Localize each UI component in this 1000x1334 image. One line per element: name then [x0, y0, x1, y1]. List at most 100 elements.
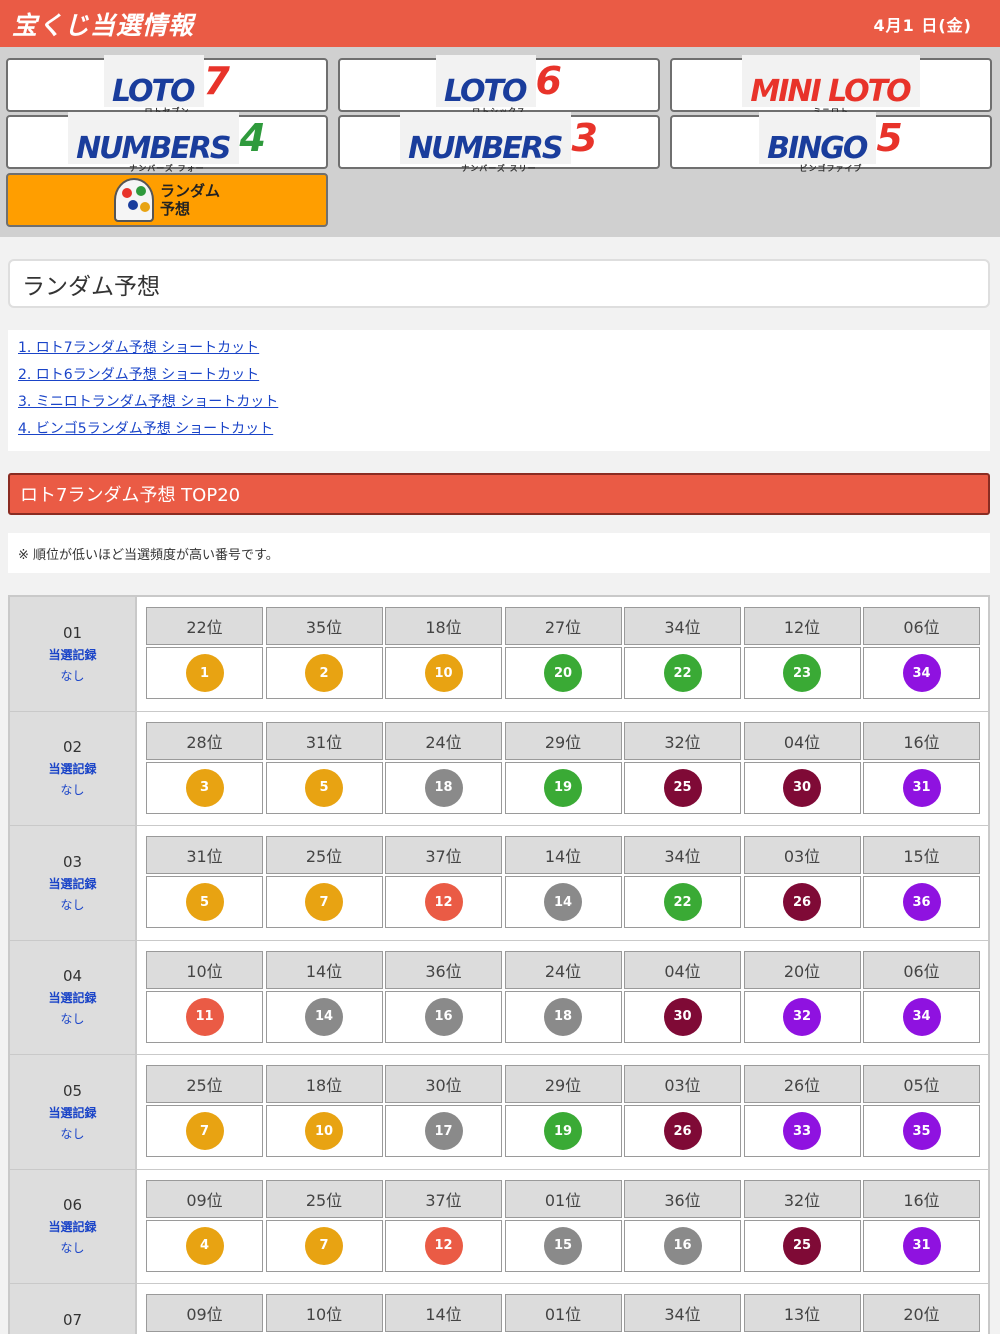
- row-header: 01 当選記録 なし: [10, 597, 137, 711]
- ball-cell: 16: [624, 1219, 741, 1272]
- record-label: 当選記録: [48, 1105, 97, 1120]
- number-ball: 31: [902, 1226, 941, 1265]
- nav-button-numbers3[interactable]: NUMBERS 3 ナンバーズ スリー: [338, 111, 660, 172]
- rank-cell: 25位: [146, 1065, 263, 1103]
- table-row: 07当選記録なし09位10位14位01位34位13位20位: [10, 1283, 988, 1334]
- rank-cell: 35位: [265, 607, 383, 645]
- numbers4-logo: NUMBERS 4 ナンバーズ フォー: [68, 111, 266, 173]
- table-row: 02 当選記録 なし 28位 31位 24位 29位 32位 04位 16位 3 5 18 19 25 30 3…: [10, 710, 988, 825]
- ball-cell: 20: [504, 647, 622, 699]
- row-number: 01: [62, 623, 83, 642]
- rank-cell: 20位: [863, 1294, 980, 1332]
- loto7-logo: LOTO7ロトセブン: [104, 54, 230, 116]
- site-title[interactable]: 宝くじ当選情報: [12, 6, 194, 42]
- shortcut-link-4[interactable]: 4. ビンゴ5ランダム予想 ショートカット: [18, 416, 980, 443]
- loto7-logo-text: LOTO: [104, 54, 204, 107]
- ball-cell: 16: [385, 990, 502, 1043]
- record-value: なし: [60, 897, 85, 912]
- random-label-line2: 予想: [159, 199, 190, 218]
- rank-cell: 26位: [743, 1065, 861, 1103]
- rank-cell: 36位: [624, 1179, 741, 1218]
- rank-cell: 31位: [265, 721, 383, 760]
- rank-cell: 20位: [743, 950, 861, 989]
- row-number: 05: [62, 1081, 83, 1100]
- ball-cell: 7: [265, 876, 383, 928]
- random-label: ランダム 予想: [160, 182, 220, 218]
- row-header: 05 当選記録 なし: [10, 1055, 137, 1169]
- rank-cell: 10位: [146, 950, 263, 989]
- bingo5-logo-number: 5: [876, 115, 903, 160]
- number-ball: 18: [544, 997, 582, 1036]
- numbers3-logo-text: NUMBERS: [400, 111, 572, 164]
- rank-cell: 05位: [863, 1065, 980, 1103]
- rank-cell: 32位: [624, 721, 741, 760]
- rank-cell: 04位: [624, 950, 741, 989]
- rank-cell: 18位: [265, 1065, 383, 1103]
- number-ball: 10: [424, 654, 463, 692]
- row-header: 06 当選記録 なし: [10, 1169, 137, 1283]
- number-ball: 3: [185, 768, 224, 807]
- loto6-logo-number: 6: [535, 58, 562, 103]
- number-ball: 12: [424, 883, 463, 921]
- ball-cell: 5: [265, 761, 383, 814]
- ball-cell: 31: [863, 1219, 980, 1272]
- rank-cell: 16位: [863, 1179, 980, 1218]
- ball-cell: 34: [863, 990, 980, 1043]
- row-numbers: 10位 14位 36位 24位 04位 20位 06位 11 14 16 18 30 32 34: [137, 940, 988, 1054]
- bingo5-logo-row: BINGO 5: [759, 111, 903, 164]
- ball-cell: 14: [265, 990, 383, 1043]
- nav-button-loto6[interactable]: LOTO6ロトシックス: [338, 54, 660, 115]
- ball-cell: 25: [624, 761, 741, 814]
- nav-button-bingo5[interactable]: BINGO 5 ビンゴファイブ: [670, 111, 992, 172]
- rank-cell: 30位: [385, 1065, 502, 1103]
- row-number: 07: [62, 1310, 83, 1329]
- number-ball: 18: [424, 768, 463, 807]
- header-date: 4月1 日(金): [873, 15, 972, 35]
- nav-button-loto7[interactable]: LOTO7ロトセブン: [6, 54, 328, 115]
- shortcut-link-2[interactable]: 2. ロト6ランダム予想 ショートカット: [18, 362, 980, 389]
- shortcut-link-1[interactable]: 1. ロト7ランダム予想 ショートカット: [18, 335, 980, 362]
- ball-cell: 12: [385, 1219, 502, 1272]
- numbers4-logo-row: NUMBERS 4: [68, 111, 266, 164]
- nav-button-random[interactable]: ランダム 予想: [6, 172, 328, 227]
- miniloto-logo: MINI LOTOミニロト: [742, 54, 920, 116]
- number-ball: 22: [663, 883, 702, 921]
- row-numbers: 22位 35位 18位 27位 34位 12位 06位 1 2 10 20 22 23 34: [137, 597, 988, 711]
- number-ball: 35: [902, 1112, 941, 1150]
- rank-cell: 12位: [743, 607, 861, 645]
- rank-cell: 22位: [146, 607, 263, 645]
- number-ball: 36: [902, 883, 941, 921]
- numbers3-logo-kana: ナンバーズ スリー: [461, 163, 537, 173]
- row-numbers: 09位 10位 14位 01位 34位 13位 20位: [137, 1284, 988, 1334]
- number-ball: 31: [902, 768, 941, 807]
- ball-cell: 34: [863, 647, 980, 699]
- numbers4-logo-kana: ナンバーズ フォー: [129, 163, 205, 173]
- nav-button-miniloto[interactable]: MINI LOTOミニロト: [670, 54, 992, 115]
- row-header: 07当選記録なし: [10, 1284, 137, 1334]
- record-label: 当選記録: [48, 991, 97, 1006]
- record-value: なし: [60, 668, 85, 683]
- main-content: ランダム予想 1. ロト7ランダム予想 ショートカット 2. ロト6ランダム予想 …: [0, 237, 1000, 1334]
- number-ball: 32: [783, 997, 821, 1036]
- rank-cell: 13位: [743, 1294, 861, 1332]
- numbers4-logo-number: 4: [239, 115, 266, 160]
- number-ball: 5: [185, 883, 224, 921]
- number-ball: 30: [663, 997, 702, 1036]
- nav-button-numbers4[interactable]: NUMBERS 4 ナンバーズ フォー: [6, 111, 328, 172]
- number-ball: 10: [305, 1112, 343, 1150]
- row-header: 04 当選記録 なし: [10, 940, 137, 1054]
- shortcut-link-3[interactable]: 3. ミニロトランダム予想 ショートカット: [18, 389, 980, 416]
- number-ball: 23: [783, 654, 821, 692]
- ball-cell: 5: [146, 876, 263, 928]
- rank-cell: 24位: [504, 950, 622, 989]
- ball-cell: 35: [863, 1105, 980, 1157]
- lottery-nav: LOTO7ロトセブン LOTO6ロトシックス MINI LOTOミニロト NUMBER…: [0, 47, 1000, 237]
- rank-cell: 25位: [265, 1179, 383, 1218]
- ball-cell: 3: [146, 761, 263, 814]
- rank-cell: 09位: [146, 1179, 263, 1218]
- rank-cell: 14位: [385, 1294, 502, 1332]
- ball-cell: 25: [743, 1219, 861, 1272]
- rank-cell: 18位: [385, 607, 502, 645]
- number-ball: 30: [783, 768, 821, 807]
- ball-cell: 30: [624, 990, 741, 1043]
